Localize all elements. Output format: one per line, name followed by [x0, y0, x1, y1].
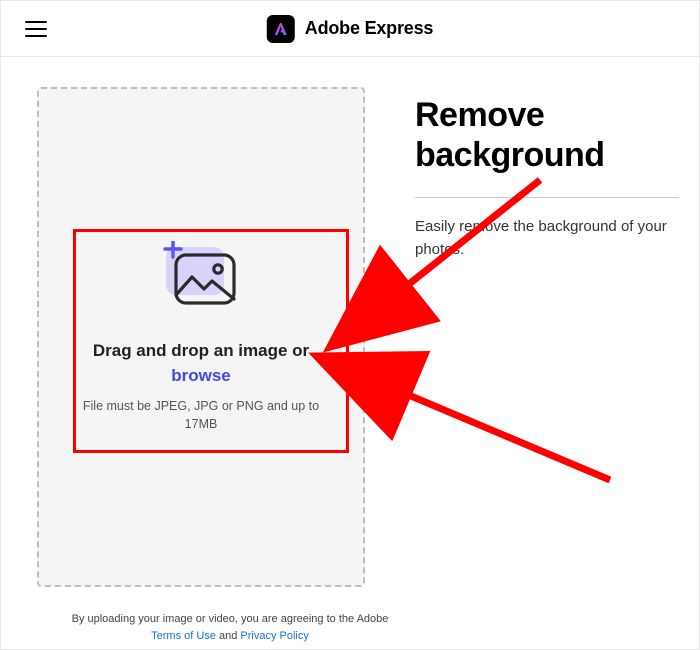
upload-dropzone[interactable]: Drag and drop an image or browse File mu… [37, 87, 365, 587]
privacy-policy-link[interactable]: Privacy Policy [240, 630, 308, 642]
brand: Adobe Express [267, 15, 433, 43]
adobe-express-logo-icon [267, 15, 295, 43]
page-description: Easily remove the background of your pho… [415, 216, 679, 261]
info-column: Remove background Easily remove the back… [415, 87, 679, 587]
brand-title: Adobe Express [305, 18, 433, 39]
main-content: Drag and drop an image or browse File mu… [1, 57, 699, 587]
browse-link[interactable]: browse [171, 366, 231, 385]
menu-icon[interactable] [25, 21, 47, 37]
top-header: Adobe Express [1, 1, 699, 57]
page-title: Remove background [415, 95, 679, 175]
legal-footer: By uploading your image or video, you ar… [60, 611, 400, 644]
app-window: Adobe Express [0, 0, 700, 650]
image-upload-icon [158, 241, 244, 311]
file-requirements: File must be JPEG, JPG or PNG and up to … [81, 397, 321, 433]
drop-text-line: Drag and drop an image or [93, 341, 309, 360]
upload-column: Drag and drop an image or browse File mu… [37, 87, 365, 587]
terms-of-use-link[interactable]: Terms of Use [151, 630, 216, 642]
legal-connector: and [216, 630, 240, 642]
drop-instruction: Drag and drop an image or browse [93, 339, 309, 388]
legal-prefix: By uploading your image or video, you ar… [72, 613, 389, 625]
title-divider [415, 197, 679, 198]
